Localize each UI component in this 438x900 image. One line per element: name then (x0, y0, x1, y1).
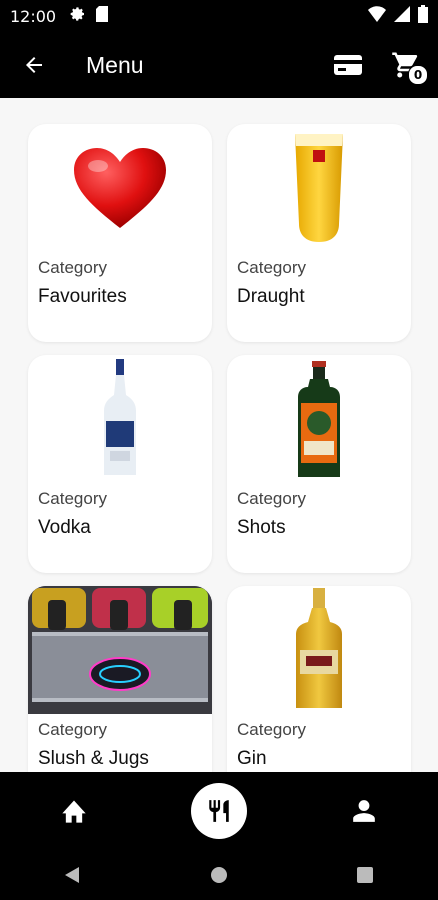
person-icon (353, 800, 376, 822)
status-bar: 12:00 (0, 0, 438, 32)
status-time: 12:00 (10, 6, 57, 26)
credit-card-icon (334, 55, 362, 75)
system-recents-icon[interactable] (355, 865, 375, 885)
category-caption: Category (237, 489, 306, 508)
sd-card-icon (96, 6, 109, 26)
cart-button[interactable]: 0 (386, 45, 428, 85)
category-name: Vodka (38, 517, 91, 538)
category-caption: Category (237, 720, 306, 739)
gin-bottle-image (227, 586, 411, 714)
category-name: Slush & Jugs (38, 748, 149, 769)
category-name: Shots (237, 517, 286, 538)
app-bar: Menu 0 (0, 32, 438, 98)
category-name: Favourites (38, 286, 127, 307)
jager-bottle-image (227, 355, 411, 483)
nav-home-button[interactable] (44, 781, 104, 841)
settings-icon (70, 6, 86, 26)
battery-icon (418, 5, 428, 27)
category-caption: Category (38, 258, 107, 277)
wifi-icon (368, 6, 386, 26)
category-card-shots[interactable]: Category Shots (227, 355, 411, 573)
system-navigation-bar (0, 850, 438, 900)
system-back-icon[interactable] (63, 865, 83, 885)
slush-machine-image (28, 586, 212, 714)
page-title: Menu (86, 51, 144, 78)
category-name: Gin (237, 748, 267, 769)
payment-card-button[interactable] (328, 45, 368, 85)
category-card-favourites[interactable]: Category Favourites (28, 124, 212, 342)
category-caption: Category (38, 489, 107, 508)
back-button[interactable] (12, 43, 56, 87)
category-card-draught[interactable]: Category Draught (227, 124, 411, 342)
cart-count-badge: 0 (408, 65, 428, 85)
nav-menu-button[interactable] (190, 783, 247, 839)
system-home-icon[interactable] (209, 865, 229, 885)
arrow-back-icon (26, 57, 42, 73)
bottom-navigation (0, 772, 438, 850)
signal-icon (394, 6, 410, 26)
category-caption: Category (237, 258, 306, 277)
category-name: Draught (237, 286, 305, 307)
category-caption: Category (38, 720, 107, 739)
restaurant-icon (209, 800, 229, 822)
heart-icon (28, 124, 212, 252)
category-card-vodka[interactable]: Category Vodka (28, 355, 212, 573)
vodka-bottle-image (28, 355, 212, 483)
beer-glass-image (227, 124, 411, 252)
nav-profile-button[interactable] (334, 781, 394, 841)
home-icon (61, 800, 86, 823)
